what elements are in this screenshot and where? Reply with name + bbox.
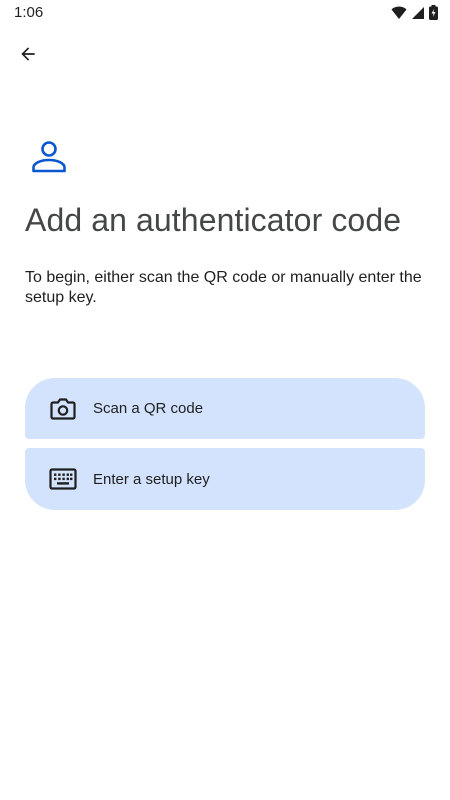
description-text: To begin, either scan the QR code or man… — [25, 269, 422, 306]
signal-icon — [411, 6, 425, 25]
scan-qr-code-button[interactable]: Scan a QR code — [25, 378, 425, 439]
back-button[interactable] — [12, 40, 44, 72]
wifi-icon — [391, 6, 407, 25]
camera-icon — [49, 395, 77, 423]
enter-setup-key-label: Enter a setup key — [93, 470, 210, 488]
person-icon — [30, 138, 68, 181]
arrow-back-icon — [18, 44, 38, 69]
status-time: 1:06 — [14, 4, 44, 21]
status-bar: 1:06 — [0, 0, 450, 26]
scan-qr-code-label: Scan a QR code — [93, 400, 204, 417]
status-icons — [391, 5, 438, 25]
battery-icon — [429, 5, 438, 25]
page-title: Add an authenticator code — [25, 202, 402, 238]
enter-setup-key-button[interactable]: Enter a setup key — [25, 448, 425, 510]
keyboard-icon — [49, 465, 77, 493]
